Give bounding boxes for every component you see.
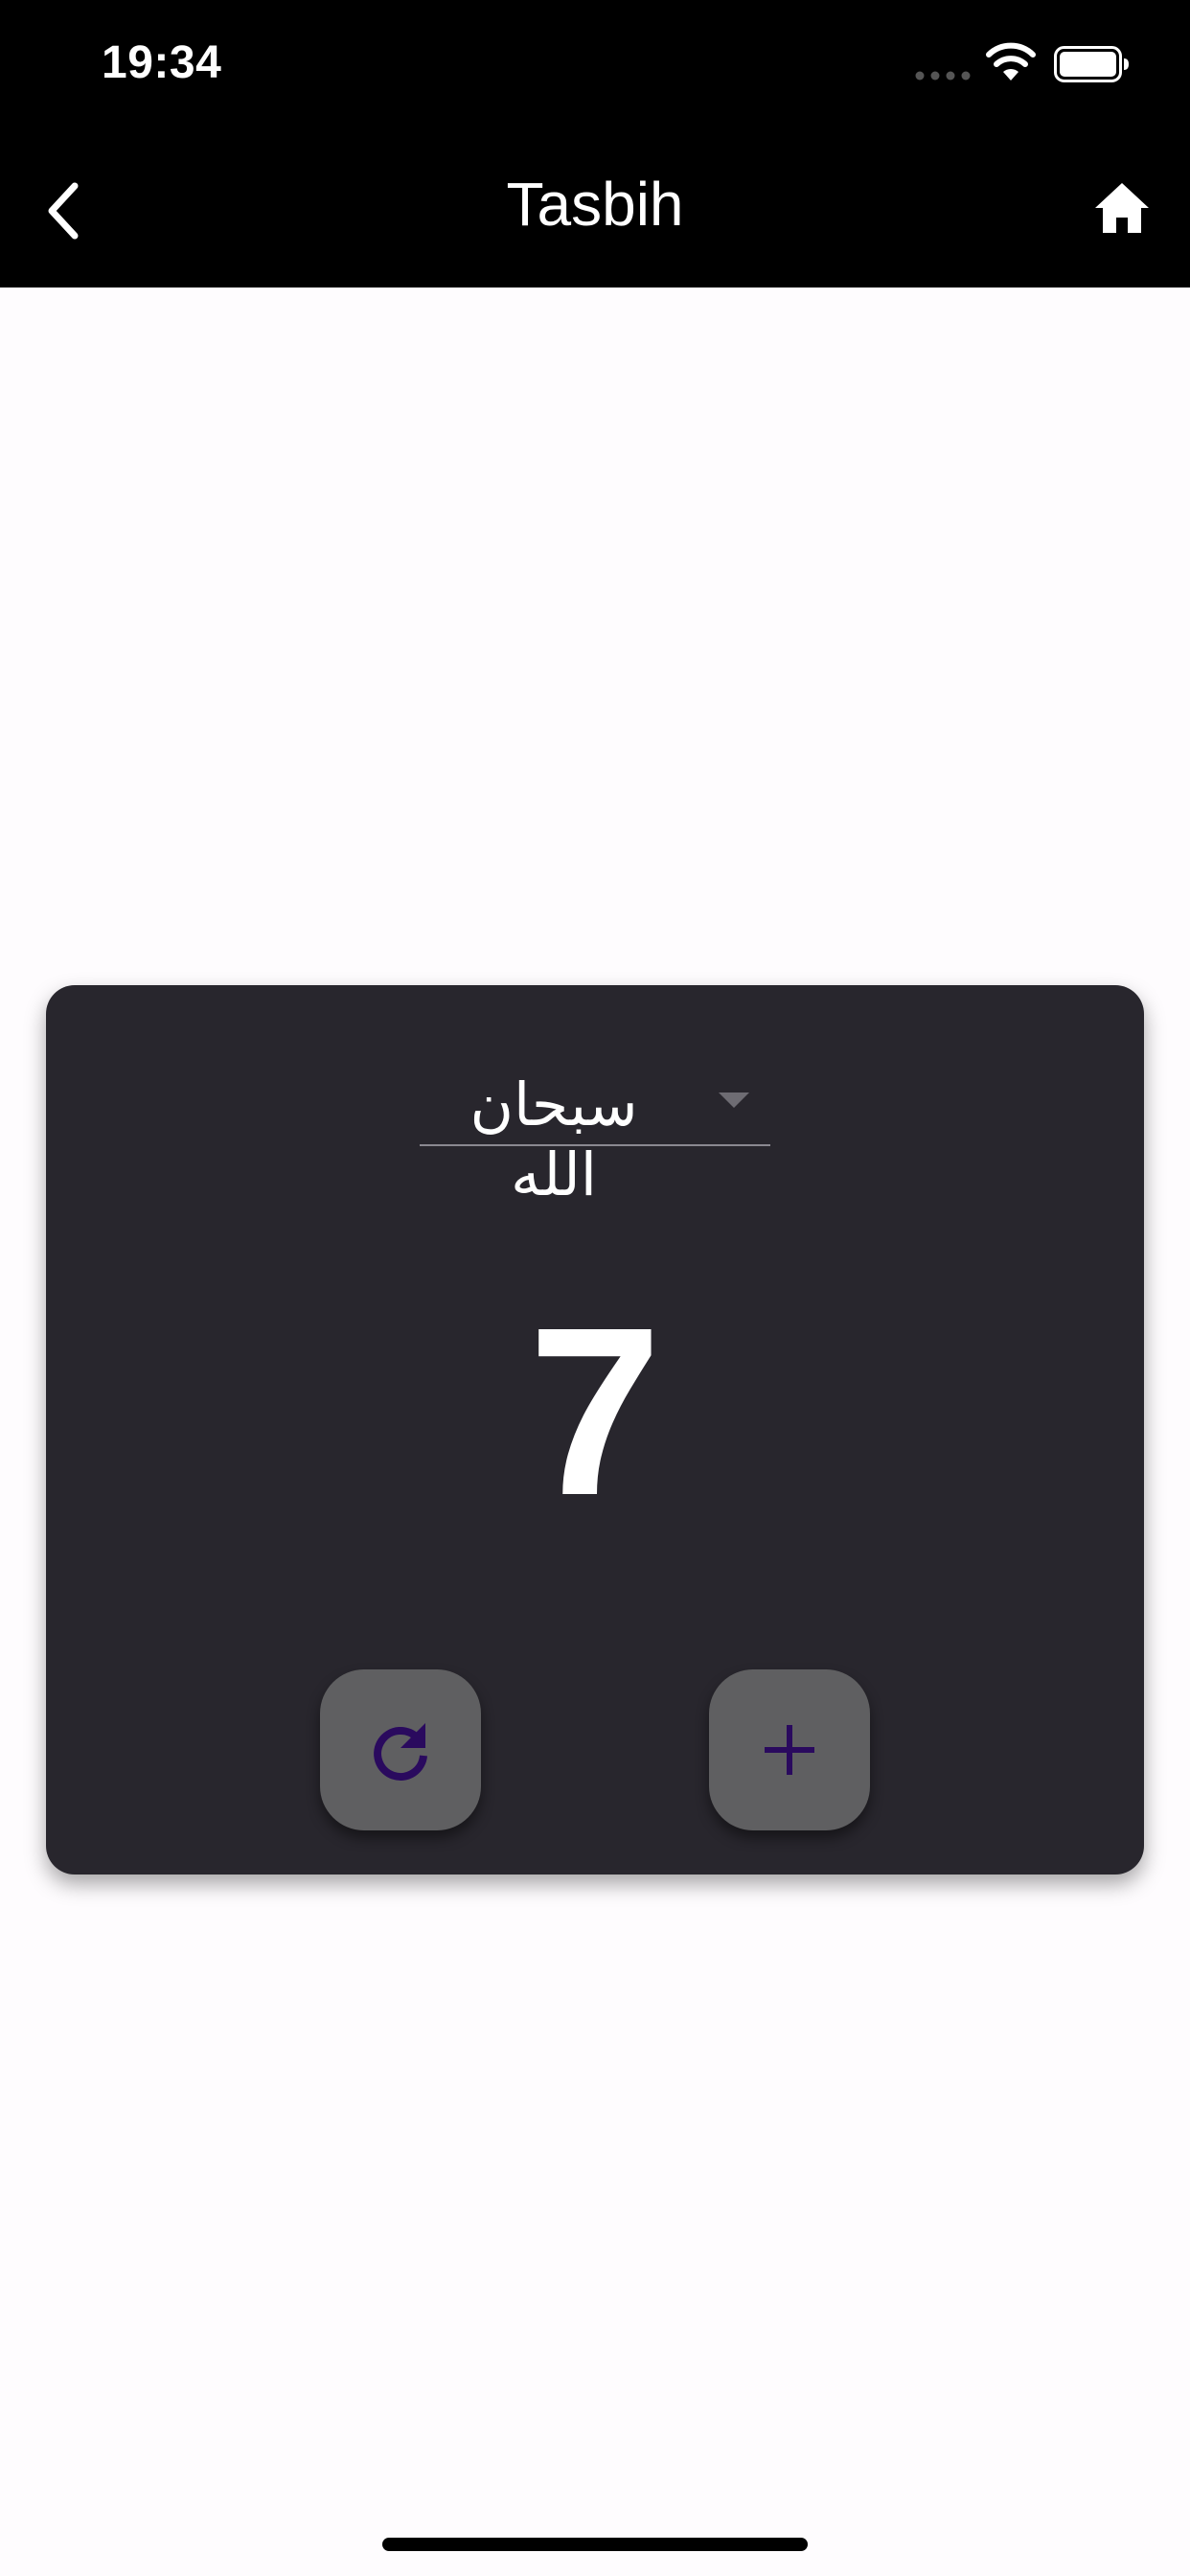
- dhikr-selected-value: سبحان الله: [469, 1070, 638, 1209]
- status-time: 19:34: [102, 37, 222, 88]
- increment-button[interactable]: [709, 1669, 870, 1830]
- tasbih-counter-card: سبحان الله 7: [46, 985, 1144, 1874]
- reset-button[interactable]: [320, 1669, 481, 1830]
- battery-icon: [1054, 46, 1129, 82]
- refresh-icon: [374, 1723, 427, 1781]
- status-bar: 19:34: [0, 0, 1190, 134]
- plus-icon: [765, 1725, 814, 1775]
- cellular-signal-icon: [915, 71, 971, 80]
- nav-bar: Tasbih: [0, 134, 1190, 288]
- home-indicator[interactable]: [382, 2538, 808, 2551]
- page-title: Tasbih: [506, 170, 684, 239]
- tasbih-count: 7: [528, 1277, 662, 1545]
- home-button[interactable]: [1090, 176, 1154, 240]
- dropdown-arrow-icon: [719, 1092, 749, 1108]
- wifi-icon: [986, 42, 1036, 80]
- home-icon: [1095, 183, 1149, 233]
- dhikr-dropdown[interactable]: سبحان الله: [420, 1064, 770, 1209]
